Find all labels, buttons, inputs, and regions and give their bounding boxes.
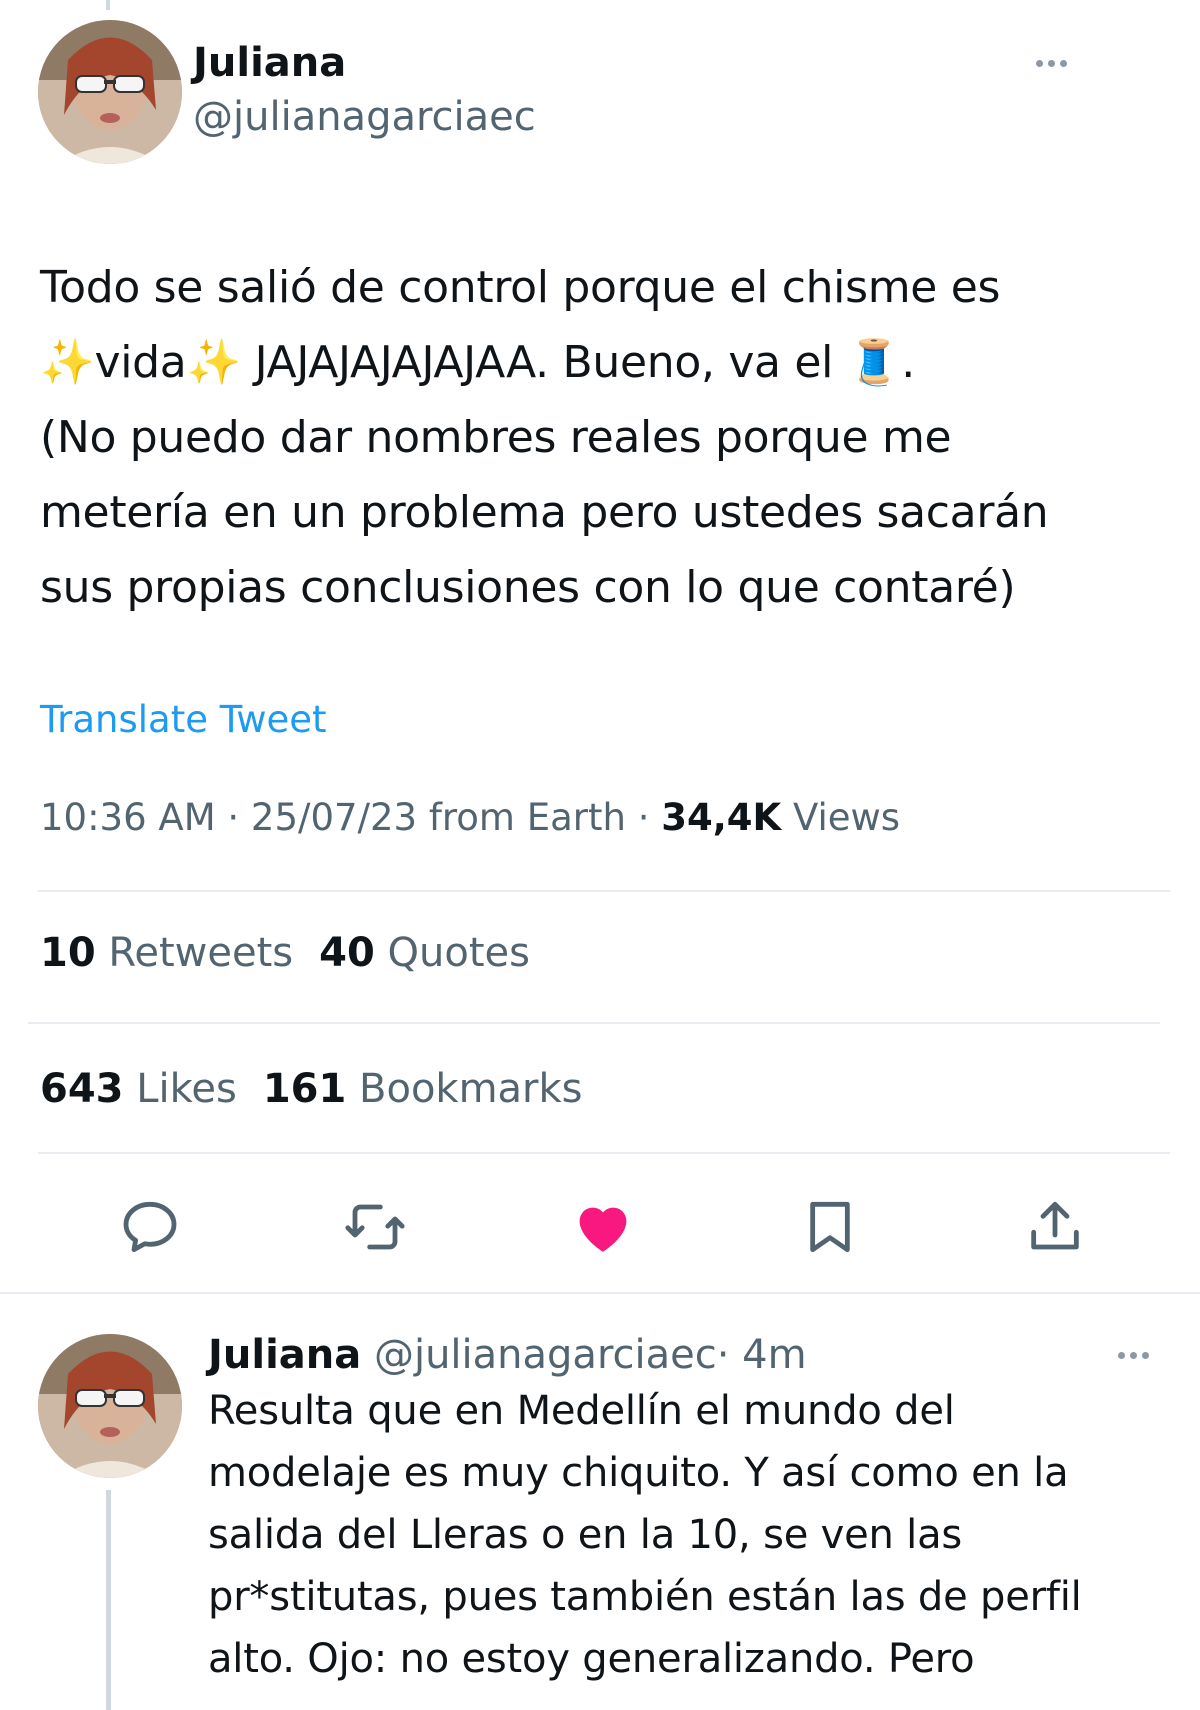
tweet-meta: 10:36 AM · 25/07/23 from Earth · 34,4K V… <box>40 796 900 839</box>
tweet-line: ✨vida✨ JAJAJAJAJAJAA. Bueno, va el 🧵. <box>40 337 915 388</box>
translate-link[interactable]: Translate Tweet <box>40 698 327 741</box>
reply-line: salida del Lleras o en la 10, se ven las <box>208 1512 963 1558</box>
sparkles-emoji: ✨ <box>40 337 95 388</box>
author-handle[interactable]: @julianagarciaec <box>374 1332 717 1378</box>
reply-text: Resulta que en Medellín el mundo del mod… <box>208 1380 1188 1690</box>
likes-stat[interactable]: 643 Likes <box>40 1066 237 1112</box>
avatar-image <box>38 20 182 164</box>
share-icon[interactable] <box>1020 1192 1090 1262</box>
more-icon[interactable] <box>1118 1352 1149 1359</box>
reply-line: modelaje es muy chiquito. Y así como en … <box>208 1450 1069 1496</box>
retweets-stat[interactable]: 10 Retweets <box>40 930 293 976</box>
avatar[interactable] <box>38 20 182 164</box>
timestamp[interactable]: 10:36 AM · 25/07/23 from Earth · <box>40 796 661 839</box>
bookmarks-stat[interactable]: 161 Bookmarks <box>263 1066 583 1112</box>
author-handle[interactable]: @julianagarciaec <box>193 94 536 140</box>
tweet-line: sus propias conclusiones con lo que cont… <box>40 562 1016 613</box>
tweet-line: (No puedo dar nombres reales porque me <box>40 412 952 463</box>
like-icon[interactable] <box>568 1192 638 1262</box>
divider <box>28 1022 1160 1024</box>
views-label: Views <box>781 796 901 839</box>
divider <box>38 1152 1170 1154</box>
author-name[interactable]: Juliana <box>208 1332 361 1378</box>
reply-header: Juliana @julianagarciaec· 4m <box>208 1332 807 1378</box>
reply-line: pr*stitutas, pues también están las de p… <box>208 1574 1082 1620</box>
tweet-line: metería en un problema pero ustedes saca… <box>40 487 1049 538</box>
reply-icon[interactable] <box>115 1192 185 1262</box>
retweet-icon[interactable] <box>340 1192 410 1262</box>
bookmark-icon[interactable] <box>795 1192 865 1262</box>
thread-line <box>106 1490 111 1710</box>
more-icon[interactable] <box>1036 60 1067 67</box>
author-name[interactable]: Juliana <box>193 40 346 86</box>
divider <box>0 1292 1200 1294</box>
sparkles-emoji: ✨ <box>186 337 241 388</box>
thread-connector-top <box>106 0 110 10</box>
avatar-image <box>38 1334 182 1478</box>
avatar[interactable] <box>38 1334 182 1478</box>
reply-time[interactable]: · 4m <box>717 1332 807 1378</box>
tweet-line: Todo se salió de control porque el chism… <box>40 262 1001 313</box>
divider <box>38 890 1170 892</box>
tweet-text: Todo se salió de control porque el chism… <box>40 250 1170 625</box>
reply-line: alto. Ojo: no estoy generalizando. Pero <box>208 1636 975 1682</box>
action-bar <box>0 1192 1200 1262</box>
stats-row-2: 643 Likes 161 Bookmarks <box>40 1066 583 1112</box>
quotes-stat[interactable]: 40 Quotes <box>319 930 530 976</box>
stats-row-1: 10 Retweets 40 Quotes <box>40 930 530 976</box>
reply-line: Resulta que en Medellín el mundo del <box>208 1388 955 1434</box>
thread-emoji: 🧵 <box>846 337 902 388</box>
views-count[interactable]: 34,4K <box>661 796 781 839</box>
